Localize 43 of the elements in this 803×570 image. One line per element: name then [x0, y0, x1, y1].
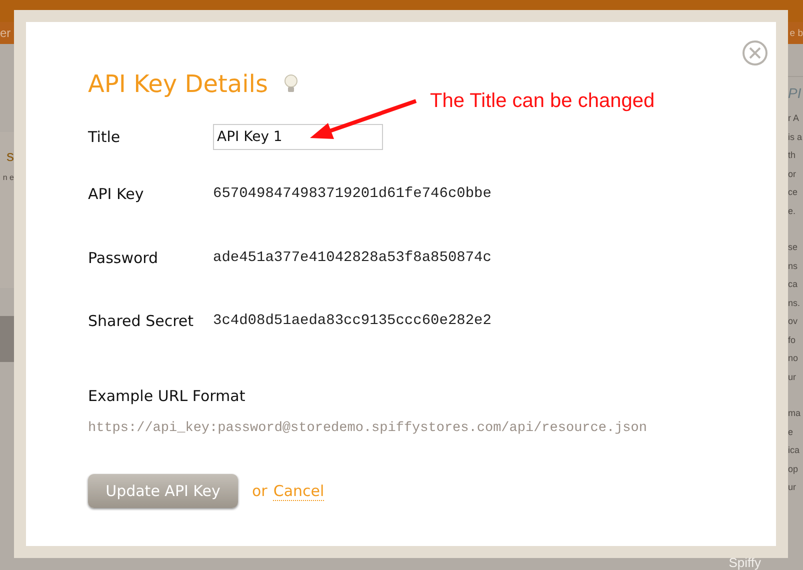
- field-label: Title: [88, 128, 122, 146]
- help-text: ur: [788, 481, 798, 494]
- update-button[interactable]: Update API Key: [88, 474, 238, 508]
- field-label: API Key: [88, 185, 145, 203]
- panel-heading: s: [6, 148, 14, 165]
- footer-logo: Spiffy: [728, 555, 761, 570]
- dialog-title: API Key Details: [88, 70, 268, 98]
- field-value: ade451a377e41042828a53f8a850874c: [213, 250, 492, 266]
- field-value: 6570498474983719201d61fe746c0bbe: [213, 186, 492, 202]
- field-value: 3c4d08d51aeda83cc9135ccc60e282e2: [213, 313, 492, 329]
- help-text: th: [788, 149, 797, 162]
- nav-text: e b: [790, 28, 803, 38]
- help-text: is a: [788, 130, 803, 144]
- help-text: ur: [788, 370, 798, 384]
- help-text: ca: [788, 278, 799, 291]
- help-text: ns.: [788, 296, 802, 310]
- help-text: ns: [788, 260, 799, 272]
- help-text: r A: [788, 112, 800, 125]
- field-label: Password: [88, 248, 160, 266]
- annotation-text: The Title can be changed: [430, 90, 655, 113]
- example-url: https://api_key:password@storedemo.spiffystores.com/api/resource.json: [88, 421, 648, 436]
- title-field[interactable]: API Key 1: [213, 124, 383, 150]
- side-bar: [0, 316, 14, 362]
- help-text: fo: [788, 334, 797, 346]
- nav-text: er: [0, 26, 11, 40]
- lightbulb-icon: [284, 74, 298, 94]
- example-label: Example URL Format: [88, 387, 246, 405]
- help-heading: PI: [788, 85, 802, 101]
- help-text: ica: [788, 444, 801, 457]
- help-text: ce: [788, 186, 799, 199]
- help-text: ov: [788, 315, 799, 328]
- help-text: no: [788, 352, 800, 365]
- help-text: ma: [788, 407, 802, 420]
- help-text: e.: [788, 204, 797, 218]
- cancel-link[interactable]: Cancel: [273, 482, 324, 500]
- panel-text: n e: [2, 173, 14, 182]
- help-text: e: [788, 426, 794, 438]
- field-label: Shared Secret: [88, 312, 195, 330]
- close-icon[interactable]: [742, 40, 768, 66]
- or-text: or: [252, 482, 268, 500]
- help-text: op: [788, 462, 800, 476]
- help-text: se: [788, 241, 799, 254]
- help-text: or: [788, 168, 798, 180]
